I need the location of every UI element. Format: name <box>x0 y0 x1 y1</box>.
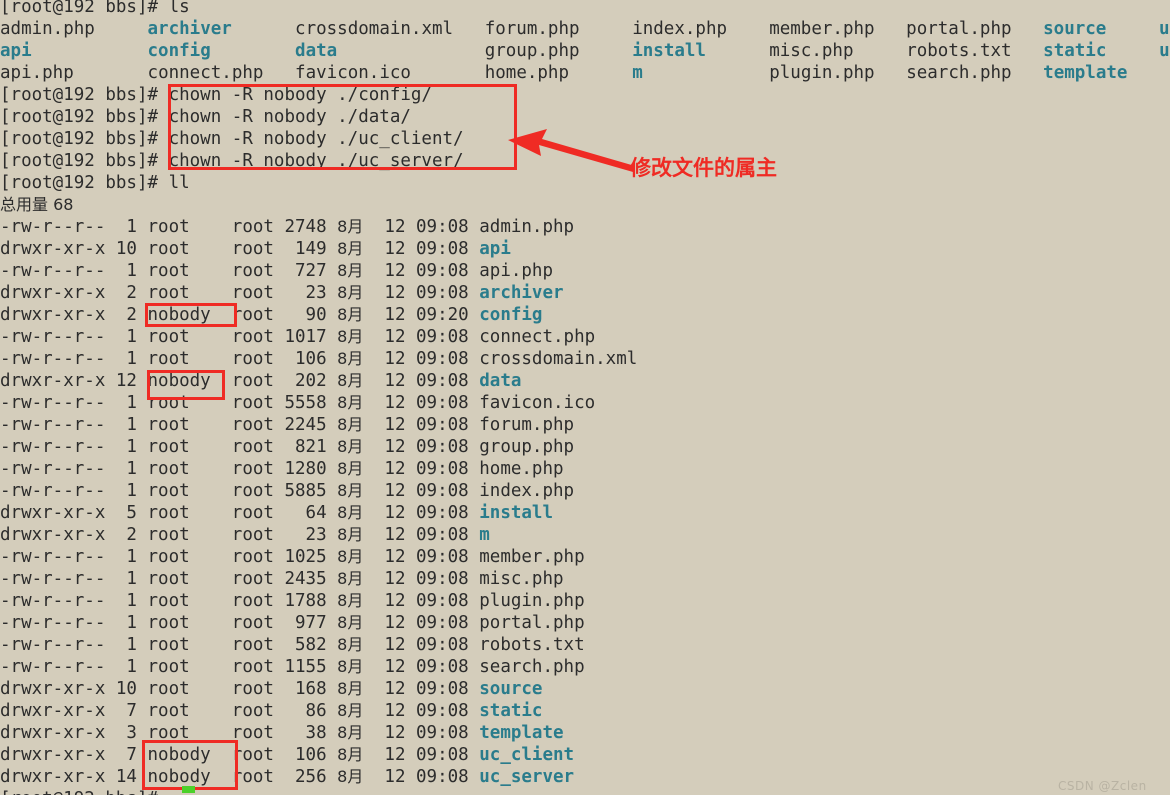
terminal-line-ls: admin.php archiver crossdomain.xml forum… <box>0 19 1170 39</box>
terminal-line-listing: drwxr-xr-x 12 nobody root 202 8月 12 09:0… <box>0 371 522 391</box>
terminal-line-listing: -rw-r--r-- 1 root root 582 8月 12 09:08 r… <box>0 635 585 655</box>
listing-filename: config <box>479 305 543 325</box>
listing-filename: source <box>479 679 543 699</box>
terminal-line-listing: drwxr-xr-x 5 root root 64 8月 12 09:08 in… <box>0 503 554 523</box>
listing-filename: robots.txt <box>479 635 585 655</box>
terminal-line-listing: drwxr-xr-x 7 nobody root 106 8月 12 09:08… <box>0 745 575 765</box>
terminal-line-prompt: [root@192 bbs]# chown -R nobody ./config… <box>0 85 432 105</box>
terminal-line-listing: -rw-r--r-- 1 root root 5558 8月 12 09:08 … <box>0 393 596 413</box>
terminal-line-listing: drwxr-xr-x 2 nobody root 90 8月 12 09:20 … <box>0 305 543 325</box>
listing-filename: admin.php <box>479 217 575 237</box>
terminal-line-listing: -rw-r--r-- 1 root root 821 8月 12 09:08 g… <box>0 437 575 457</box>
listing-filename: connect.php <box>479 327 596 347</box>
terminal-line-listing: -rw-r--r-- 1 root root 1155 8月 12 09:08 … <box>0 657 585 677</box>
listing-filename: search.php <box>479 657 585 677</box>
listing-filename: home.php <box>479 459 564 479</box>
terminal-line-listing: -rw-r--r-- 1 root root 2245 8月 12 09:08 … <box>0 415 575 435</box>
terminal-line-listing: -rw-r--r-- 1 root root 727 8月 12 09:08 a… <box>0 261 554 281</box>
terminal-line-listing: -rw-r--r-- 1 root root 977 8月 12 09:08 p… <box>0 613 585 633</box>
listing-filename: group.php <box>479 437 575 457</box>
listing-filename: crossdomain.xml <box>479 349 638 369</box>
terminal-cursor <box>182 786 195 793</box>
watermark-text: CSDN @Zclen <box>1058 779 1147 793</box>
listing-filename: template <box>479 723 564 743</box>
listing-filename: misc.php <box>479 569 564 589</box>
terminal-line-listing: -rw-r--r-- 1 root root 106 8月 12 09:08 c… <box>0 349 638 369</box>
terminal-line-listing: -rw-r--r-- 1 root root 1025 8月 12 09:08 … <box>0 547 585 567</box>
terminal-line-prompt: [root@192 bbs]# chown -R nobody ./uc_ser… <box>0 151 464 171</box>
terminal-line-listing: drwxr-xr-x 2 root root 23 8月 12 09:08 m <box>0 525 490 545</box>
terminal-line-final-prompt: [root@192 bbs]# <box>0 788 1170 795</box>
listing-filename: forum.php <box>479 415 575 435</box>
annotation-note-text: 修改文件的属主 <box>630 156 777 180</box>
terminal-line-listing: -rw-r--r-- 1 root root 1788 8月 12 09:08 … <box>0 591 585 611</box>
terminal-line-prompt: [root@192 bbs]# chown -R nobody ./uc_cli… <box>0 129 464 149</box>
terminal-line-prompt: [root@192 bbs]# chown -R nobody ./data/ <box>0 107 411 127</box>
terminal-line-ls: api.php connect.php favicon.ico home.php… <box>0 63 1128 83</box>
listing-filename: data <box>479 371 522 391</box>
listing-filename: uc_client <box>479 745 575 765</box>
terminal-line-listing: -rw-r--r-- 1 root root 2748 8月 12 09:08 … <box>0 217 575 237</box>
terminal-screenshot: [root@192 bbs]# ls admin.php archiver cro… <box>0 0 1170 795</box>
listing-filename: index.php <box>479 481 575 501</box>
listing-filename: portal.php <box>479 613 585 633</box>
terminal-line-listing: drwxr-xr-x 3 root root 38 8月 12 09:08 te… <box>0 723 564 743</box>
listing-filename: archiver <box>479 283 564 303</box>
listing-filename: install <box>479 503 554 523</box>
terminal-line-listing: drwxr-xr-x 7 root root 86 8月 12 09:08 st… <box>0 701 543 721</box>
terminal-line-prompt: [root@192 bbs]# ls <box>0 0 190 17</box>
terminal-line-ls: api config data group.php install misc.p… <box>0 41 1170 61</box>
terminal-line-listing: -rw-r--r-- 1 root root 1280 8月 12 09:08 … <box>0 459 564 479</box>
terminal-line-listing: -rw-r--r-- 1 root root 1017 8月 12 09:08 … <box>0 327 596 347</box>
terminal-line-listing: drwxr-xr-x 14 nobody root 256 8月 12 09:0… <box>0 767 575 787</box>
terminal-line-listing: drwxr-xr-x 2 root root 23 8月 12 09:08 ar… <box>0 283 564 303</box>
listing-filename: api <box>479 239 511 259</box>
terminal-line-listing: drwxr-xr-x 10 root root 168 8月 12 09:08 … <box>0 679 543 699</box>
terminal-output[interactable]: [root@192 bbs]# ls admin.php archiver cro… <box>0 0 1170 795</box>
terminal-line-prompt: [root@192 bbs]# ll <box>0 173 190 193</box>
terminal-line-total: 总用量 68 <box>0 195 74 214</box>
listing-filename: uc_server <box>479 767 575 787</box>
terminal-line-listing: -rw-r--r-- 1 root root 2435 8月 12 09:08 … <box>0 569 564 589</box>
terminal-line-listing: -rw-r--r-- 1 root root 5885 8月 12 09:08 … <box>0 481 575 501</box>
terminal-line-listing: drwxr-xr-x 10 root root 149 8月 12 09:08 … <box>0 239 511 259</box>
listing-filename: api.php <box>479 261 554 281</box>
listing-filename: m <box>479 525 490 545</box>
listing-filename: plugin.php <box>479 591 585 611</box>
listing-filename: favicon.ico <box>479 393 596 413</box>
listing-filename: static <box>479 701 543 721</box>
listing-filename: member.php <box>479 547 585 567</box>
